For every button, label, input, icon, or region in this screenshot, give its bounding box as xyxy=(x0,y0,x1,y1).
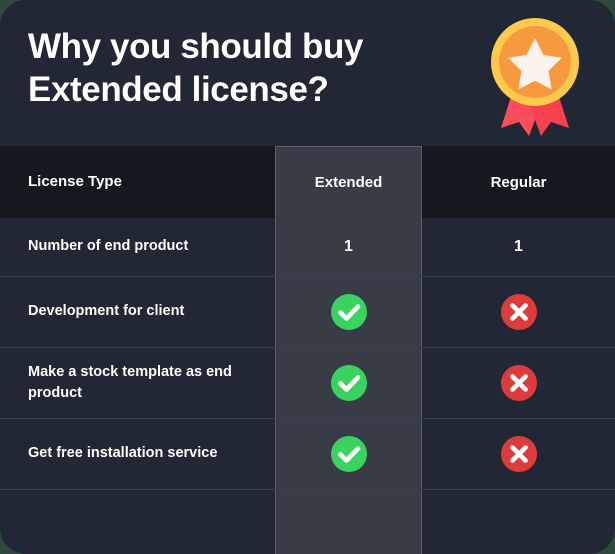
page-title: Why you should buy Extended license? xyxy=(28,27,364,109)
table-header-row: License Type Extended Regular xyxy=(0,146,615,218)
row-label: Development for client xyxy=(28,303,185,320)
table-row-empty xyxy=(0,490,615,554)
cross-circle-icon xyxy=(500,436,537,472)
table-row: Get free installation service xyxy=(0,419,615,490)
column-header-license-type: License Type xyxy=(28,173,122,191)
row-label: Get free installation service xyxy=(28,445,218,462)
cell-regular-value: 1 xyxy=(514,238,523,255)
cell-extended-value: 1 xyxy=(275,218,422,276)
check-circle-icon xyxy=(330,436,367,472)
cell-extended-value xyxy=(275,490,422,554)
row-label xyxy=(0,490,275,554)
table-row: Number of end product 1 1 xyxy=(0,218,615,277)
award-ribbon-icon xyxy=(479,12,591,136)
cell-regular-value xyxy=(422,490,615,554)
hero-section: Why you should buy Extended license? xyxy=(0,0,615,146)
check-circle-icon xyxy=(330,365,367,401)
cross-circle-icon xyxy=(500,294,537,330)
cell-regular-value xyxy=(422,348,615,418)
table-row: Make a stock template as end product xyxy=(0,348,615,419)
cell-regular-value xyxy=(422,419,615,489)
check-circle-icon xyxy=(330,294,367,330)
cell-regular-value xyxy=(422,277,615,347)
comparison-table: License Type Extended Regular Number of … xyxy=(0,146,615,554)
cell-extended-value xyxy=(275,348,422,418)
extended-license-card: Why you should buy Extended license? Lic… xyxy=(0,0,615,554)
row-label: Make a stock template as end product xyxy=(28,363,232,401)
cell-extended-value xyxy=(275,419,422,489)
table-row: Development for client xyxy=(0,277,615,348)
cross-circle-icon xyxy=(500,365,537,401)
cell-extended-value xyxy=(275,277,422,347)
column-header-regular: Regular xyxy=(490,173,547,191)
column-header-extended: Extended xyxy=(275,146,422,218)
row-label: Number of end product xyxy=(28,238,189,255)
